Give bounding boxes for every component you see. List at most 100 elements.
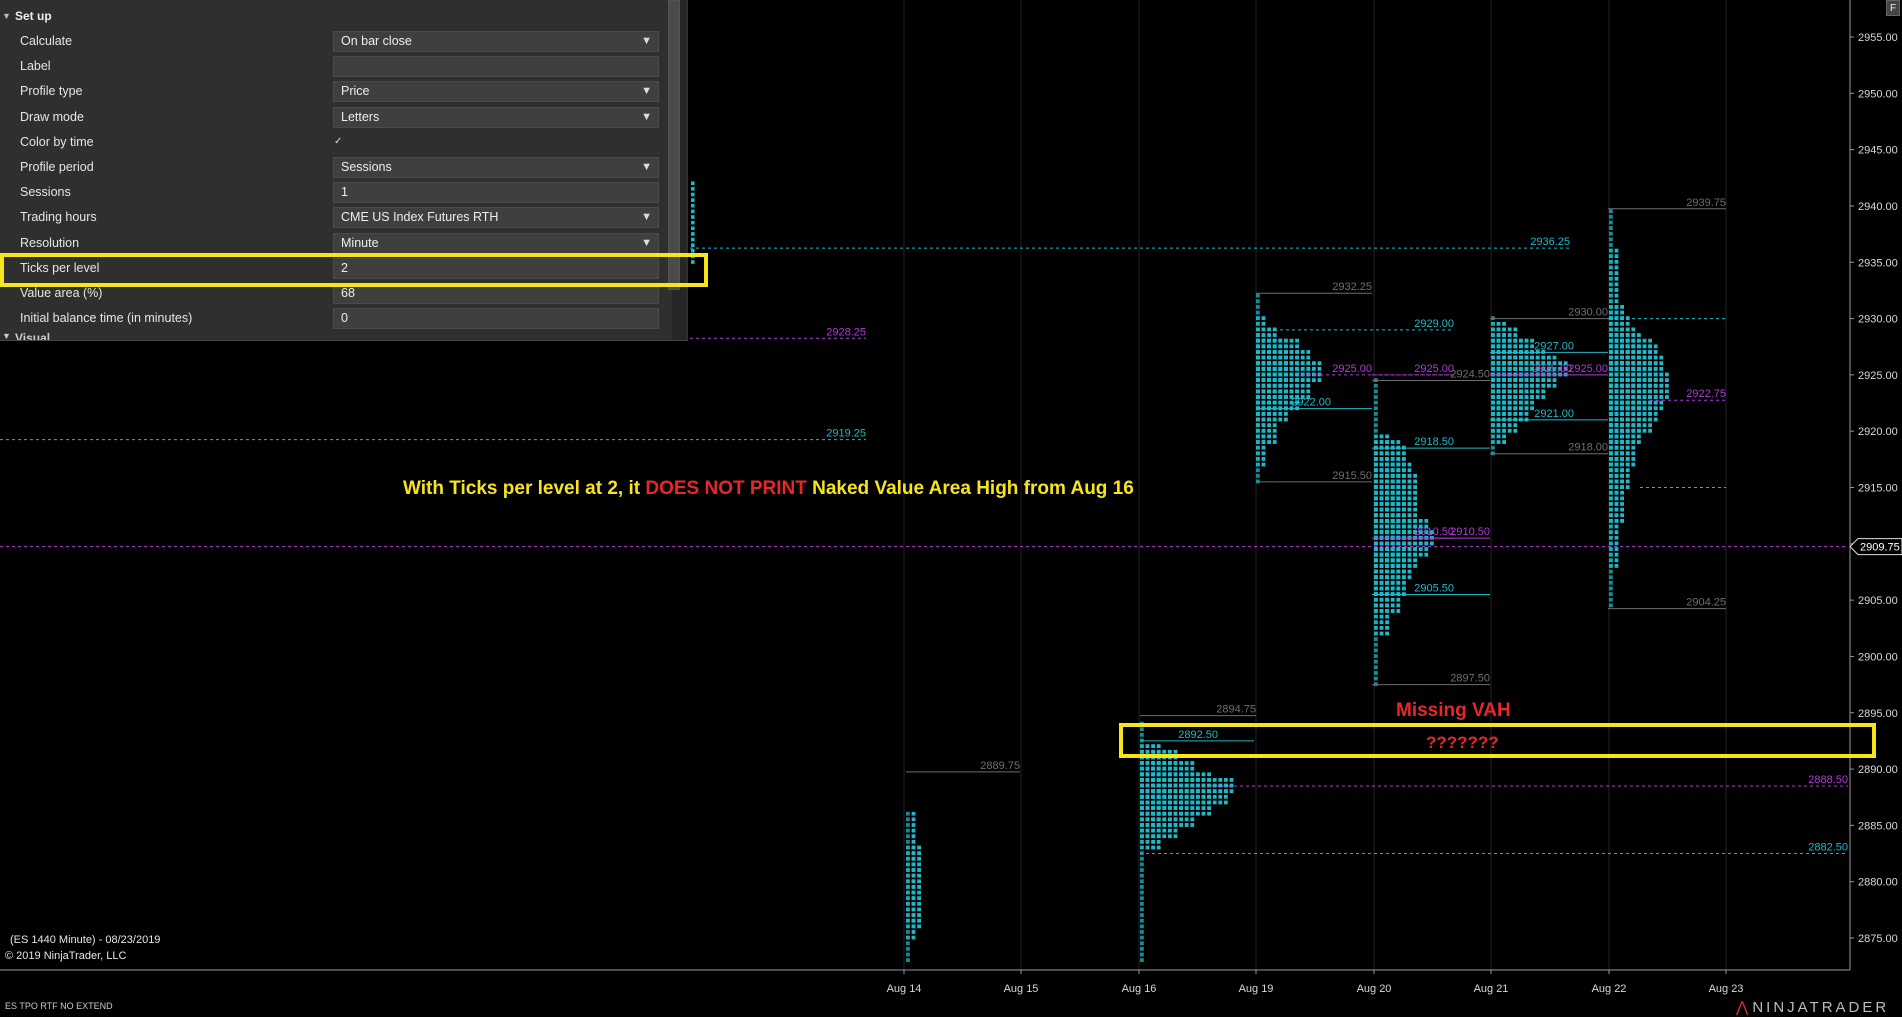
- tpo-block: [1224, 794, 1228, 799]
- property-row[interactable]: Trading hours CME US Index Futures RTH ▼: [0, 205, 672, 230]
- property-dropdown[interactable]: Sessions ▼: [333, 157, 659, 178]
- tpo-block: [1659, 406, 1664, 411]
- tpo-block: [1614, 473, 1619, 478]
- tpo-block: [1267, 355, 1271, 360]
- tpo-block: [1659, 372, 1664, 377]
- tpo-block: [1653, 355, 1658, 360]
- tpo-block: [906, 941, 910, 946]
- property-row[interactable]: Initial balance time (in minutes) 0: [0, 306, 672, 331]
- chevron-down-icon[interactable]: ▼: [641, 208, 652, 227]
- property-row[interactable]: Resolution Minute ▼: [0, 231, 672, 256]
- property-row[interactable]: Calculate On bar close ▼: [0, 29, 672, 54]
- properties-panel[interactable]: ▼ Set up Calculate On bar close ▼ Label Prof…: [0, 0, 688, 341]
- tpo-block: [1609, 389, 1613, 394]
- collapse-arrow-icon[interactable]: ▼: [2, 3, 11, 29]
- property-input[interactable]: 1: [333, 182, 659, 204]
- tpo-block: [1184, 761, 1189, 765]
- tpo-block: [1374, 552, 1378, 557]
- tpo-block: [1620, 473, 1624, 478]
- chevron-down-icon[interactable]: ▼: [641, 108, 652, 127]
- chevron-down-icon[interactable]: ▼: [641, 82, 652, 101]
- property-row[interactable]: Sessions 1: [0, 180, 672, 205]
- tpo-block: [911, 873, 916, 878]
- tpo-block: [1519, 406, 1523, 411]
- tpo-block: [1418, 552, 1423, 557]
- tpo-block: [1614, 423, 1619, 428]
- tpo-block: [1614, 333, 1619, 337]
- tpo-block: [1256, 355, 1260, 360]
- tpo-block: [1620, 344, 1624, 349]
- section-setup[interactable]: ▼ Set up: [0, 3, 688, 29]
- property-input[interactable]: 0: [333, 308, 659, 330]
- tpo-block: [1620, 468, 1624, 473]
- tpo-block: [1614, 558, 1619, 563]
- tpo-block: [1507, 423, 1512, 428]
- tpo-block: [1396, 564, 1401, 568]
- tpo-block: [1396, 440, 1401, 444]
- tpo-block: [1374, 530, 1378, 535]
- property-dropdown[interactable]: Price ▼: [333, 81, 659, 103]
- tpo-block: [1385, 564, 1389, 568]
- tpo-block: [1168, 806, 1172, 810]
- property-row[interactable]: Profile type Price ▼: [0, 79, 672, 104]
- tpo-block: [1374, 518, 1378, 523]
- property-input[interactable]: [333, 56, 659, 78]
- tpo-block: [1374, 428, 1378, 433]
- tpo-block: [1491, 423, 1495, 428]
- tpo-block: [1390, 513, 1395, 518]
- tpo-block: [1496, 338, 1501, 343]
- property-value: 68: [341, 286, 355, 300]
- tpo-block: [1390, 490, 1395, 495]
- tpo-block: [911, 890, 916, 895]
- tpo-block: [1625, 417, 1630, 422]
- tpo-block: [1306, 355, 1311, 360]
- tpo-block: [1374, 524, 1378, 529]
- scrollbar-thumb[interactable]: [668, 0, 680, 290]
- tpo-block: [1374, 502, 1378, 506]
- collapse-arrow-icon[interactable]: ▼: [2, 331, 11, 340]
- tpo-block: [1648, 417, 1652, 422]
- property-row[interactable]: Label: [0, 54, 672, 79]
- tpo-block: [1631, 434, 1636, 439]
- tpo-block: [1396, 552, 1401, 557]
- tpo-block: [906, 924, 910, 929]
- color-by-time-checkbox[interactable]: ✓: [334, 136, 346, 148]
- tpo-block: [1502, 366, 1506, 371]
- property-dropdown[interactable]: Minute ▼: [333, 232, 659, 254]
- tpo-block: [1145, 794, 1150, 799]
- corner-button[interactable]: F: [1886, 0, 1900, 16]
- tpo-block: [1140, 946, 1144, 951]
- annotation-question: ???????: [1426, 733, 1499, 752]
- tpo-block: [1631, 389, 1636, 394]
- property-row[interactable]: Profile period Sessions ▼: [0, 155, 672, 180]
- tpo-block: [1284, 366, 1288, 371]
- tpo-block: [1184, 800, 1189, 805]
- chevron-down-icon[interactable]: ▼: [641, 32, 652, 51]
- property-row[interactable]: Color by time ✓: [0, 130, 672, 155]
- tpo-block: [1637, 423, 1641, 428]
- property-dropdown[interactable]: Letters ▼: [333, 106, 659, 128]
- chevron-down-icon[interactable]: ▼: [641, 234, 652, 253]
- tpo-block: [1256, 462, 1260, 467]
- chevron-down-icon[interactable]: ▼: [641, 158, 652, 177]
- tpo-block: [1379, 625, 1384, 630]
- property-dropdown[interactable]: CME US Index Futures RTH ▼: [333, 207, 659, 229]
- property-dropdown[interactable]: On bar close ▼: [333, 31, 659, 52]
- tpo-block: [1374, 637, 1378, 642]
- tpo-block: [1179, 811, 1183, 816]
- tpo-block: [1151, 778, 1155, 782]
- price-level-label: 2925.00: [1332, 363, 1372, 375]
- tpo-block: [1631, 327, 1636, 332]
- tpo-block: [1201, 800, 1206, 805]
- tpo-block: [1306, 378, 1311, 383]
- property-row[interactable]: Draw mode Letters ▼: [0, 105, 672, 130]
- tpo-block: [1396, 530, 1401, 535]
- tpo-block: [1609, 299, 1613, 304]
- tpo-block: [1631, 445, 1636, 450]
- tpo-block: [911, 907, 916, 912]
- tpo-block: [1272, 434, 1277, 439]
- tpo-block: [1507, 406, 1512, 411]
- tpo-block: [1140, 856, 1144, 861]
- tpo-block: [1642, 417, 1647, 422]
- tpo-block: [1614, 445, 1619, 450]
